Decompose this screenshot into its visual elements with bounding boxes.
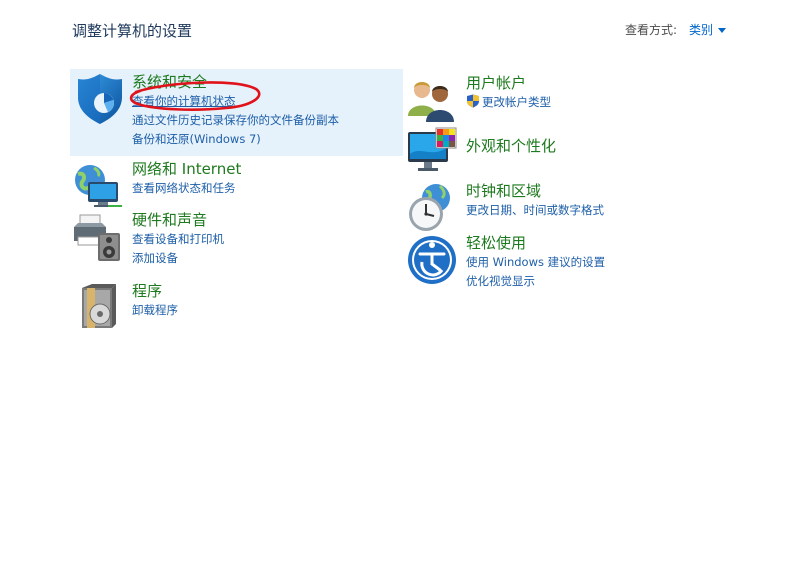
network-globe-icon[interactable] xyxy=(72,160,124,212)
category-title-programs[interactable]: 程序 xyxy=(132,282,178,301)
view-by-dropdown[interactable]: 类别 xyxy=(689,21,713,38)
link-uninstall-program[interactable]: 卸载程序 xyxy=(132,301,178,320)
category-network-internet: 网络和 Internet 查看网络状态和任务 xyxy=(72,160,241,212)
category-title-appearance[interactable]: 外观和个性化 xyxy=(466,137,556,156)
page-title: 调整计算机的设置 xyxy=(72,22,193,40)
category-appearance: 外观和个性化 xyxy=(406,126,556,178)
category-ease-of-access: 轻松使用 使用 Windows 建议的设置 优化视觉显示 xyxy=(406,234,605,291)
category-programs: 程序 卸载程序 xyxy=(72,282,178,334)
category-clock-region: 时钟和区域 更改日期、时间或数字格式 xyxy=(406,182,604,234)
link-backup-restore[interactable]: 备份和还原(Windows 7) xyxy=(132,130,339,149)
link-recommended-settings[interactable]: 使用 Windows 建议的设置 xyxy=(466,253,605,272)
category-title-hardware-sound[interactable]: 硬件和声音 xyxy=(132,211,224,230)
link-change-date-time[interactable]: 更改日期、时间或数字格式 xyxy=(466,201,604,220)
category-title-user-accounts[interactable]: 用户帐户 xyxy=(466,74,551,93)
chevron-down-icon[interactable] xyxy=(718,27,726,33)
control-panel-page: 调整计算机的设置 查看方式: 类别 系统和安全 查看你的计算机状态 通过文件历史… xyxy=(0,0,810,568)
printer-speaker-icon[interactable] xyxy=(72,211,124,263)
monitor-palette-icon[interactable] xyxy=(406,126,458,178)
link-change-account-type-label: 更改帐户类型 xyxy=(482,95,551,109)
clock-globe-icon[interactable] xyxy=(406,182,458,234)
link-devices-printers[interactable]: 查看设备和打印机 xyxy=(132,230,224,249)
view-by-control: 查看方式: 类别 xyxy=(625,21,726,38)
users-icon[interactable] xyxy=(406,74,458,126)
link-network-status[interactable]: 查看网络状态和任务 xyxy=(132,179,241,198)
view-by-label: 查看方式: xyxy=(624,23,677,37)
programs-disc-icon[interactable] xyxy=(72,282,124,334)
red-annotation-ellipse xyxy=(129,81,261,111)
category-hardware-sound: 硬件和声音 查看设备和打印机 添加设备 xyxy=(72,211,224,268)
ease-of-access-icon[interactable] xyxy=(406,234,458,286)
category-title-clock-region[interactable]: 时钟和区域 xyxy=(466,182,604,201)
link-add-device[interactable]: 添加设备 xyxy=(132,249,224,268)
category-title-ease-of-access[interactable]: 轻松使用 xyxy=(466,234,605,253)
category-title-network-internet[interactable]: 网络和 Internet xyxy=(132,160,241,179)
link-optimize-visual-display[interactable]: 优化视觉显示 xyxy=(466,272,605,291)
uac-shield-icon xyxy=(467,94,479,108)
category-user-accounts: 用户帐户 更改帐户类型 xyxy=(406,74,551,126)
shield-icon[interactable] xyxy=(74,73,126,125)
link-change-account-type[interactable]: 更改帐户类型 xyxy=(466,93,551,112)
